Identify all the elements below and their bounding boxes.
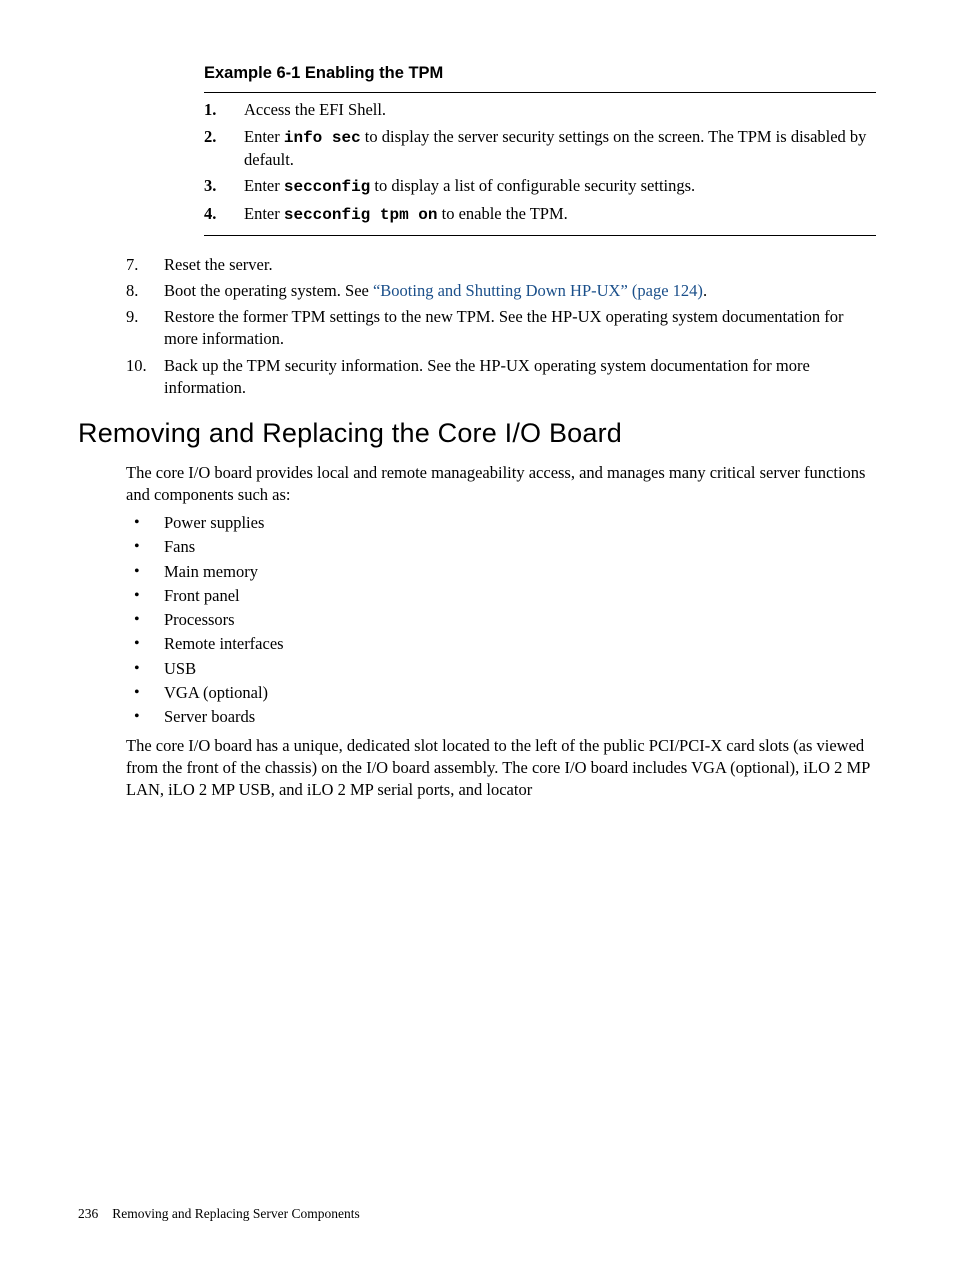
list-item: USB (126, 658, 876, 680)
list-item: Fans (126, 536, 876, 558)
example-rule-bottom (204, 235, 876, 236)
list-item: Processors (126, 609, 876, 631)
list-item-label: Remote interfaces (164, 634, 284, 653)
example-step-3: Enter secconfig to display a list of con… (204, 175, 876, 199)
list-item-label: VGA (optional) (164, 683, 268, 702)
list-item: VGA (optional) (126, 682, 876, 704)
step-9: 9. Restore the former TPM settings to th… (126, 306, 876, 351)
step-8-number: 8. (126, 280, 138, 302)
example-step-1: Access the EFI Shell. (204, 99, 876, 121)
example-rule-top (204, 92, 876, 93)
page-footer: 236 Removing and Replacing Server Compone… (78, 1205, 360, 1223)
section-paragraph-2: The core I/O board has a unique, dedicat… (126, 735, 876, 802)
section-heading: Removing and Replacing the Core I/O Boar… (78, 415, 876, 451)
list-item-label: Power supplies (164, 513, 264, 532)
list-item: Remote interfaces (126, 633, 876, 655)
example-step-4-text-b: to enable the TPM. (437, 204, 567, 223)
list-item-label: Fans (164, 537, 195, 556)
example-step-2-text-a: Enter (244, 127, 284, 146)
example-step-2: Enter info sec to display the server sec… (204, 126, 876, 172)
component-list: Power supplies Fans Main memory Front pa… (126, 512, 876, 728)
step-7-number: 7. (126, 254, 138, 276)
page-number: 236 (78, 1206, 98, 1221)
list-item-label: Front panel (164, 586, 240, 605)
example-step-4-text-a: Enter (244, 204, 284, 223)
list-item: Main memory (126, 561, 876, 583)
list-item-label: Processors (164, 610, 235, 629)
step-7-text: Reset the server. (164, 255, 273, 274)
example-step-4-code: secconfig tpm on (284, 206, 438, 224)
step-8-text-a: Boot the operating system. See (164, 281, 373, 300)
step-9-text: Restore the former TPM settings to the n… (164, 307, 843, 348)
footer-chapter-title: Removing and Replacing Server Components (112, 1206, 359, 1221)
example-step-3-text-a: Enter (244, 176, 284, 195)
continuation-steps-list: 7. Reset the server. 8. Boot the operati… (126, 254, 876, 400)
step-10-text: Back up the TPM security information. Se… (164, 356, 810, 397)
section-intro: The core I/O board provides local and re… (126, 462, 876, 507)
step-10: 10. Back up the TPM security information… (126, 355, 876, 400)
example-steps-list: Access the EFI Shell. Enter info sec to … (204, 99, 876, 226)
example-step-4: Enter secconfig tpm on to enable the TPM… (204, 203, 876, 227)
step-8: 8. Boot the operating system. See “Booti… (126, 280, 876, 302)
list-item: Power supplies (126, 512, 876, 534)
step-8-link[interactable]: “Booting and Shutting Down HP-UX” (page … (373, 281, 703, 300)
step-8-text-b: . (703, 281, 707, 300)
list-item-label: Main memory (164, 562, 258, 581)
list-item-label: Server boards (164, 707, 255, 726)
step-7: 7. Reset the server. (126, 254, 876, 276)
example-step-1-text: Access the EFI Shell. (244, 100, 386, 119)
example-step-3-code: secconfig (284, 178, 370, 196)
example-heading: Example 6-1 Enabling the TPM (204, 62, 876, 84)
list-item: Front panel (126, 585, 876, 607)
step-9-number: 9. (126, 306, 138, 328)
list-item-label: USB (164, 659, 196, 678)
example-step-3-text-b: to display a list of configurable securi… (370, 176, 695, 195)
step-10-number: 10. (126, 355, 147, 377)
example-step-2-code: info sec (284, 129, 361, 147)
list-item: Server boards (126, 706, 876, 728)
